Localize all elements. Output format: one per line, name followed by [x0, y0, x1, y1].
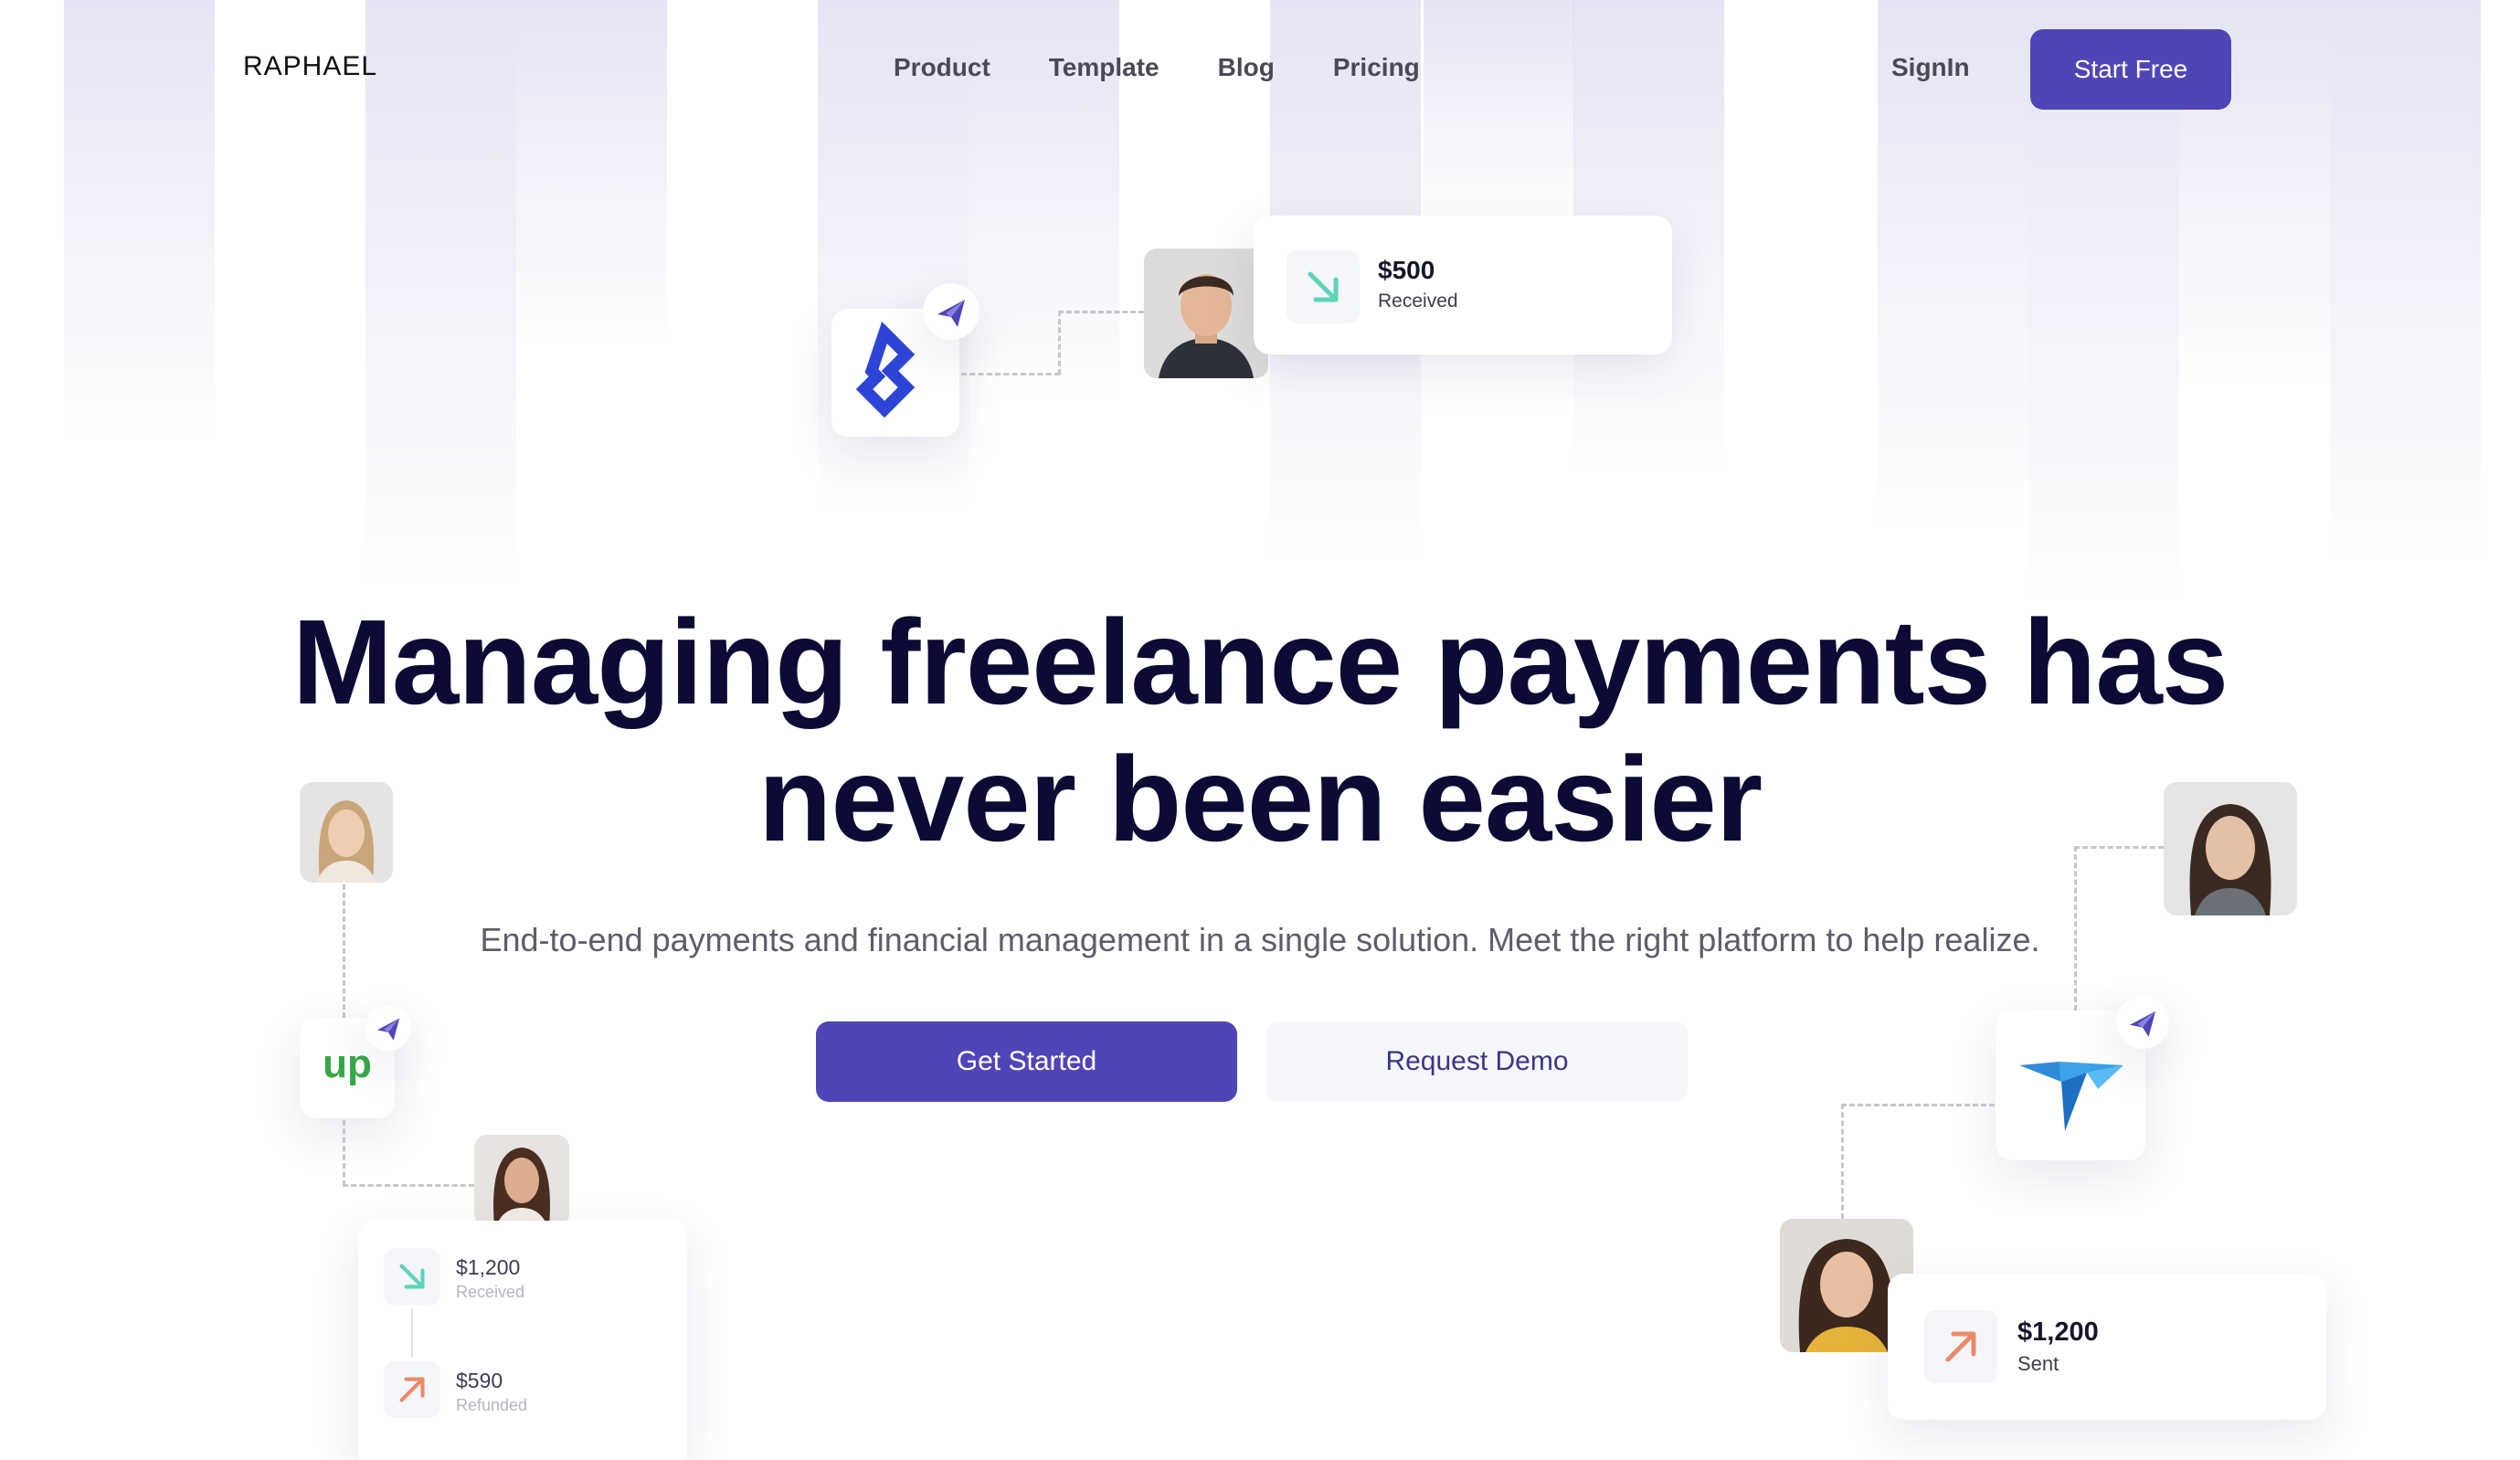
transactions-card-left: $1,200 Received $590 Refunded [358, 1221, 687, 1460]
nav-item-template[interactable]: Template [1049, 53, 1159, 82]
arrow-up-right-icon [384, 1361, 440, 1418]
amount: $1,200 [456, 1255, 521, 1279]
connector-line [343, 1184, 474, 1187]
amount: $590 [456, 1369, 503, 1392]
amount-label: Sent [2017, 1352, 2059, 1375]
plane-badge-top [923, 283, 979, 340]
connector-line [1841, 1104, 1844, 1219]
payment-card-sent: $1,200 Sent [1888, 1274, 2326, 1420]
brand-logo[interactable]: RAPHAEL [243, 51, 377, 82]
nav-item-blog[interactable]: Blog [1218, 53, 1275, 82]
nav-item-pricing[interactable]: Pricing [1333, 53, 1420, 82]
paper-plane-icon [2129, 1010, 2156, 1037]
get-started-button[interactable]: Get Started [816, 1021, 1237, 1102]
hero-subtitle: End-to-end payments and financial manage… [480, 921, 2040, 958]
amount-label: Received [456, 1283, 525, 1301]
arrow-down-right-icon [1286, 250, 1360, 323]
amount: $1,200 [2017, 1317, 2099, 1347]
amount-label: Refunded [456, 1396, 528, 1414]
divider [411, 1308, 413, 1358]
avatar [474, 1135, 569, 1226]
start-free-button[interactable]: Start Free [2030, 29, 2231, 110]
amount: $500 [1378, 256, 1435, 284]
amount-label: Received [1378, 291, 1458, 312]
arrow-down-right-icon [384, 1248, 440, 1305]
arrow-up-right-icon [1924, 1310, 1997, 1383]
nav-item-product[interactable]: Product [894, 53, 990, 82]
avatar [1144, 249, 1268, 378]
plane-badge-right [2116, 996, 2169, 1049]
connector-line [961, 373, 1060, 376]
connector-line [343, 1120, 345, 1186]
connector-line [343, 884, 345, 1018]
connector-line [1058, 311, 1061, 375]
paper-plane-icon [937, 300, 965, 327]
signin-link[interactable]: SignIn [1891, 53, 1970, 82]
payment-card-received-top: $500 Received [1254, 216, 1672, 354]
plane-badge-left [365, 1005, 411, 1051]
connector-line [2074, 846, 2164, 849]
paper-plane-icon [376, 1018, 400, 1041]
connector-line [1058, 311, 1144, 313]
main-nav: Product Template Blog Pricing [894, 53, 1420, 82]
request-demo-button[interactable]: Request Demo [1266, 1021, 1688, 1102]
avatar [300, 782, 393, 883]
connector-line [1841, 1104, 1995, 1106]
avatar [2164, 782, 2297, 915]
headline-line: Managing freelance payments has [291, 595, 2229, 729]
connector-line [2074, 846, 2077, 1010]
